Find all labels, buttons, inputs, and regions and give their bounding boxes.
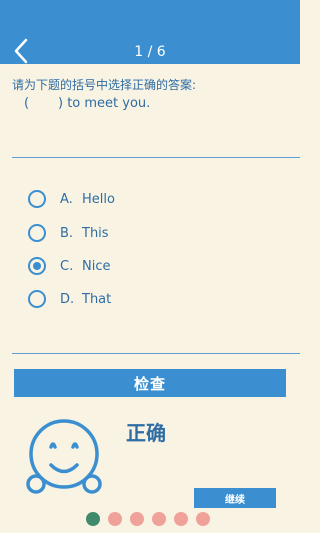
result-text: 正确	[126, 421, 166, 445]
option-text: Hello	[82, 191, 115, 207]
radio-button[interactable]	[28, 190, 46, 208]
check-button[interactable]: 检查	[14, 369, 286, 397]
option-text: That	[82, 291, 112, 307]
option-text: This	[82, 225, 109, 241]
option-letter: A.	[60, 191, 73, 207]
radio-button[interactable]	[28, 224, 46, 242]
progress-dot	[108, 512, 122, 526]
option-b[interactable]: B. This	[28, 221, 109, 245]
progress-dot	[130, 512, 144, 526]
radio-button[interactable]	[28, 257, 46, 275]
question-prompt: 请为下题的括号中选择正确的答案:	[12, 78, 197, 92]
top-bar: 1 / 6	[0, 0, 300, 64]
progress-dot	[152, 512, 166, 526]
divider	[12, 157, 300, 158]
divider	[12, 353, 300, 354]
question-progress: 1 / 6	[134, 44, 166, 60]
progress-dot	[196, 512, 210, 526]
option-letter: C.	[60, 258, 74, 274]
continue-button[interactable]: 继续	[194, 488, 276, 508]
smiley-icon	[24, 414, 104, 494]
option-c[interactable]: C. Nice	[28, 254, 110, 278]
radio-button[interactable]	[28, 290, 46, 308]
progress-dot	[86, 512, 100, 526]
question-sentence: ( ) to meet you.	[24, 96, 151, 111]
option-letter: B.	[60, 225, 74, 241]
progress-dot	[174, 512, 188, 526]
option-a[interactable]: A. Hello	[28, 187, 115, 211]
option-d[interactable]: D. That	[28, 287, 111, 311]
option-text: Nice	[82, 258, 111, 274]
option-letter: D.	[60, 291, 75, 307]
progress-dots	[86, 512, 210, 526]
